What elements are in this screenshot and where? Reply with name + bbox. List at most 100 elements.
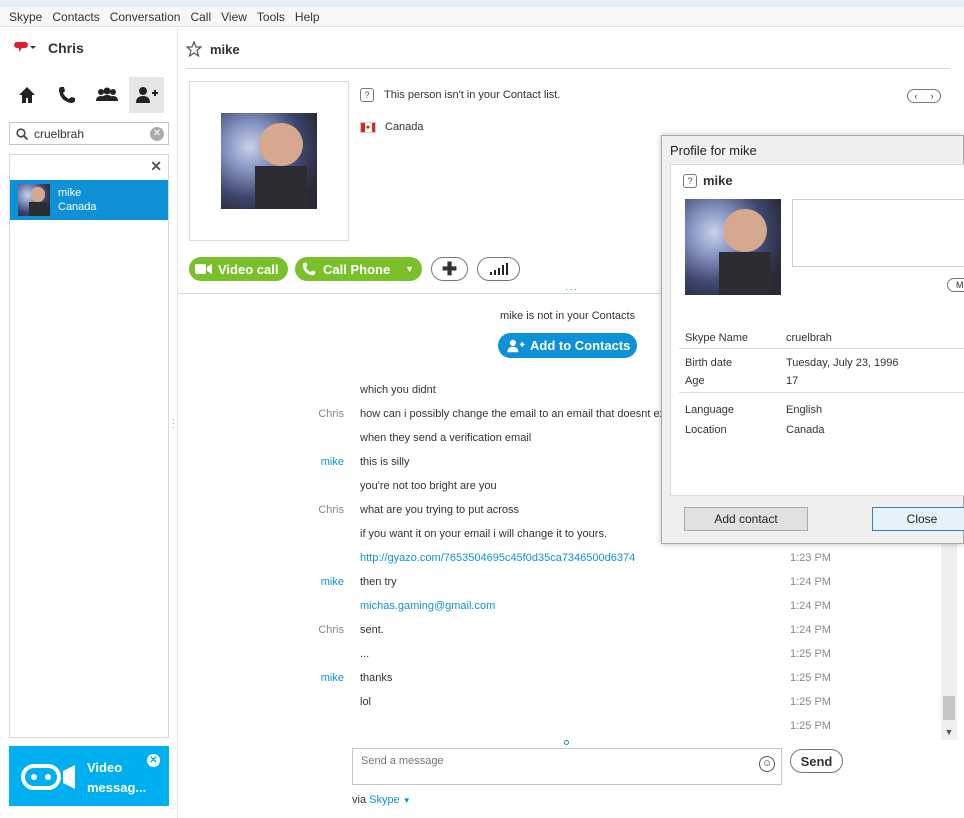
message-input[interactable] bbox=[361, 755, 751, 779]
chevron-down-icon[interactable]: ▼ bbox=[405, 264, 414, 274]
call-phone-button[interactable]: Call Phone ▼ bbox=[295, 257, 422, 281]
contact-search-box[interactable]: ✕ bbox=[9, 122, 169, 145]
profile-nav-arrows[interactable]: ‹ › bbox=[907, 89, 941, 103]
result-name: mike bbox=[58, 187, 82, 199]
menu-conversation[interactable]: Conversation bbox=[105, 10, 186, 24]
call-phones-button[interactable] bbox=[49, 77, 84, 113]
divider bbox=[186, 68, 950, 69]
message-sender: mike bbox=[320, 456, 344, 468]
profile-dialog: Profile for mike ? mike Mo Skype Name cru… bbox=[661, 135, 964, 544]
composer-resize-handle[interactable] bbox=[564, 740, 569, 745]
canada-flag-icon: ✦ bbox=[360, 121, 376, 133]
emoticon-icon[interactable]: ☺ bbox=[759, 756, 775, 772]
home-button[interactable] bbox=[9, 77, 44, 113]
more-button[interactable]: Mo bbox=[947, 278, 964, 292]
chat-message: michas.gaming@gmail.com 1:24 PM bbox=[178, 594, 964, 618]
add-participant-button[interactable]: ✚ bbox=[431, 257, 468, 281]
message-sender: Chris bbox=[318, 624, 344, 636]
message-link[interactable]: michas.gaming@gmail.com bbox=[360, 594, 495, 618]
result-avatar bbox=[18, 184, 50, 216]
favorite-star-icon[interactable] bbox=[186, 41, 202, 57]
window-title-strip bbox=[0, 0, 964, 7]
message-time: 1:23 PM bbox=[790, 552, 831, 564]
call-phone-label: Call Phone bbox=[323, 261, 391, 277]
divider bbox=[679, 392, 964, 393]
add-contact-nav-button[interactable] bbox=[129, 77, 164, 113]
splitter-handle[interactable]: · · · bbox=[172, 416, 175, 432]
message-time: 1:25 PM bbox=[790, 696, 831, 708]
profile-mood-box bbox=[792, 199, 964, 267]
message-text: how can i possibly change the email to a… bbox=[360, 408, 668, 420]
resize-handle[interactable]: ··· bbox=[565, 284, 578, 295]
home-icon bbox=[18, 87, 35, 103]
close-button[interactable]: Close bbox=[872, 507, 964, 531]
message-time: 1:25 PM bbox=[790, 672, 831, 684]
message-text: ... bbox=[360, 648, 370, 660]
scroll-down-icon[interactable]: ▼ bbox=[943, 726, 955, 738]
search-icon bbox=[16, 127, 28, 140]
field-value: English bbox=[786, 404, 823, 416]
chevron-right-icon[interactable]: › bbox=[931, 91, 934, 101]
field-label: Language bbox=[685, 404, 734, 416]
menu-contacts[interactable]: Contacts bbox=[47, 10, 104, 24]
plus-icon: ✚ bbox=[441, 258, 458, 279]
via-service[interactable]: Skype bbox=[369, 794, 400, 806]
result-location: Canada bbox=[58, 201, 97, 213]
contact-country-line: ✦ Canada bbox=[360, 121, 424, 133]
new-group-button[interactable] bbox=[89, 77, 124, 113]
video-call-button[interactable]: Video call bbox=[189, 257, 288, 281]
message-sender: mike bbox=[320, 672, 344, 684]
field-label: Age bbox=[685, 375, 705, 387]
field-value: Canada bbox=[786, 424, 825, 436]
chat-message: 1:25 PM bbox=[178, 714, 964, 738]
send-button[interactable]: Send bbox=[790, 749, 843, 773]
menu-view[interactable]: View bbox=[216, 10, 252, 24]
search-result-item[interactable]: mike Canada bbox=[10, 180, 168, 220]
unknown-contact-icon: ? bbox=[683, 173, 697, 188]
user-status-row[interactable]: Chris bbox=[14, 38, 84, 58]
search-input[interactable] bbox=[34, 126, 142, 141]
send-via-selector[interactable]: via Skype ▼ bbox=[352, 794, 411, 806]
menu-help[interactable]: Help bbox=[290, 10, 325, 24]
contact-avatar-frame bbox=[189, 81, 349, 241]
message-time: 1:24 PM bbox=[790, 600, 831, 612]
menu-tools[interactable]: Tools bbox=[252, 10, 290, 24]
unknown-contact-icon: ? bbox=[360, 88, 374, 102]
field-label: Location bbox=[685, 424, 727, 436]
close-results-icon[interactable]: ✕ bbox=[150, 158, 162, 175]
close-tile-icon[interactable]: ✕ bbox=[147, 754, 160, 767]
profile-field: Skype Name cruelbrah bbox=[685, 329, 964, 347]
chevron-down-icon[interactable]: ▼ bbox=[403, 796, 411, 805]
call-quality-button[interactable] bbox=[477, 257, 520, 281]
menu-skype[interactable]: Skype bbox=[4, 10, 47, 24]
message-sender: Chris bbox=[318, 504, 344, 516]
scroll-thumb[interactable] bbox=[943, 696, 955, 720]
message-link[interactable]: http://gyazo.com/7653504695c45f0d35ca734… bbox=[360, 546, 635, 570]
conversation-header: mike bbox=[186, 38, 240, 60]
menu-call[interactable]: Call bbox=[185, 10, 216, 24]
profile-field: Birth date Tuesday, July 23, 1996 bbox=[685, 354, 964, 372]
add-contact-button[interactable]: Add contact bbox=[684, 507, 808, 531]
video-message-tile[interactable]: Video messag... ✕ bbox=[9, 746, 169, 806]
chevron-left-icon[interactable]: ‹ bbox=[915, 91, 918, 101]
message-text: thanks bbox=[360, 672, 393, 684]
clear-search-icon[interactable]: ✕ bbox=[150, 127, 164, 141]
status-icon[interactable] bbox=[14, 40, 38, 57]
add-person-icon bbox=[507, 339, 525, 352]
signal-bars-icon bbox=[489, 263, 508, 275]
not-in-list-text: This person isn't in your Contact list. bbox=[384, 89, 561, 101]
message-text: what are you trying to put across bbox=[360, 504, 519, 516]
profile-name: mike bbox=[703, 173, 733, 188]
field-value: cruelbrah bbox=[786, 332, 832, 344]
message-text: which you didnt bbox=[360, 384, 436, 396]
contact-avatar bbox=[221, 113, 317, 209]
user-name[interactable]: Chris bbox=[48, 40, 84, 56]
profile-avatar bbox=[685, 199, 781, 295]
contact-status-line: ? This person isn't in your Contact list… bbox=[360, 88, 560, 102]
add-to-contacts-button[interactable]: Add to Contacts bbox=[498, 333, 637, 358]
chat-message: ... 1:25 PM bbox=[178, 642, 964, 666]
chat-message: mike then try 1:24 PM bbox=[178, 570, 964, 594]
message-text: this is silly bbox=[360, 456, 410, 468]
message-text: sent. bbox=[360, 624, 384, 636]
dialog-title: Profile for mike bbox=[670, 143, 757, 158]
